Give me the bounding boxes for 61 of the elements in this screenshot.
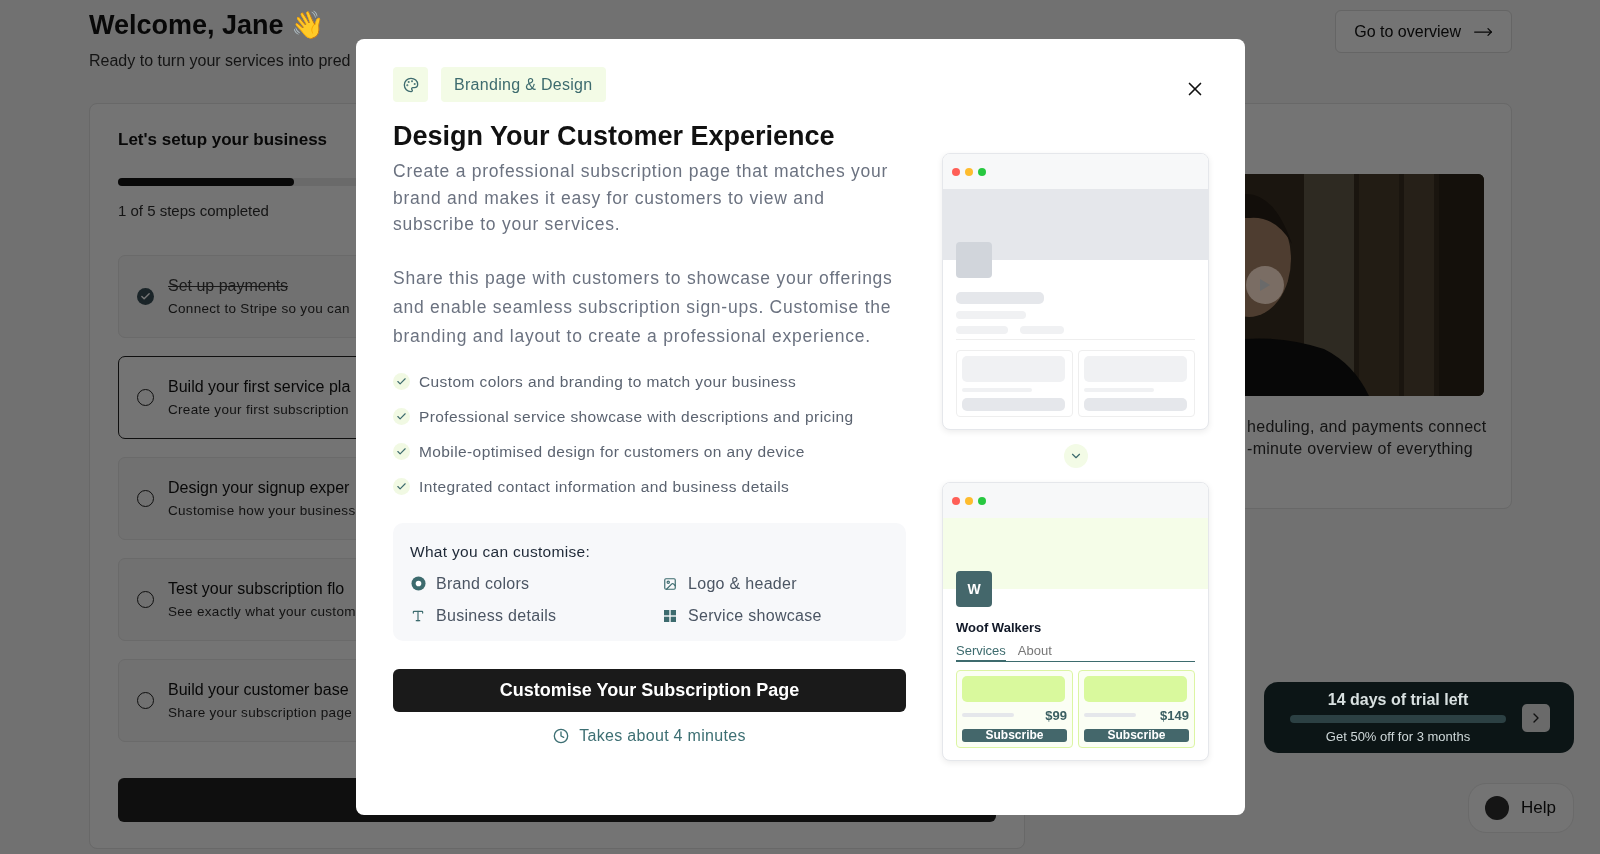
description-paragraph: Create a professional subscription page that matches your brand and makes it easy for customers to view and subscribe to your services. [393, 160, 890, 236]
description-paragraph: Share this page with customers to showcase your offerings and enable seamless subscription sign-ups. Customise the branding and layout to create a professional experience. [393, 266, 894, 348]
grid-icon [664, 609, 676, 622]
logo-square: W [956, 571, 992, 607]
step-title: Build your first service pla [168, 378, 351, 396]
palette-dot-icon [410, 576, 426, 591]
check-icon [393, 442, 410, 460]
check-icon [393, 477, 410, 495]
step-description: Create your first subscription [168, 402, 349, 417]
customise-option: Logo & header [688, 574, 797, 593]
play-button[interactable] [1246, 266, 1284, 304]
customise-option: Brand colors [436, 574, 530, 593]
category-badge: Branding & Design [441, 67, 606, 102]
video-description: -minute overview of everything [1247, 440, 1474, 458]
step-description: Customise how your business [168, 503, 356, 518]
step-description: Share your subscription page [168, 705, 352, 720]
trial-offer: Get 50% off for 3 months [1325, 729, 1471, 744]
window-dots-icon [952, 496, 986, 505]
preview-tab[interactable]: Services [956, 643, 1006, 662]
customise-title: What you can customise: [410, 542, 592, 561]
setup-title: Let's setup your business [118, 130, 328, 150]
modal-title: Design Your Customer Experience [393, 120, 836, 152]
plan-price: $99 [1045, 707, 1067, 723]
next-button[interactable] [1522, 703, 1550, 732]
palette-icon [393, 67, 428, 102]
subscribe-button[interactable]: Subscribe [962, 728, 1067, 742]
step-description: See exactly what your custom [168, 604, 356, 619]
avatar [1485, 796, 1509, 820]
business-name: Woof Walkers [956, 620, 1043, 635]
progress-text: 1 of 5 steps completed [118, 202, 269, 219]
video-description: heduling, and payments connect [1247, 418, 1487, 436]
check-icon [393, 372, 410, 390]
customise-button[interactable]: Customise Your Subscription Page [393, 668, 906, 712]
window-dots-icon [952, 167, 986, 176]
trial-banner[interactable]: 14 days of trial left Get 50% off for 3 months [1264, 682, 1574, 753]
step-title: Build your customer base [168, 681, 349, 699]
welcome-subtitle: Ready to turn your services into pred [89, 52, 351, 70]
help-button[interactable]: Help [1468, 783, 1574, 833]
feature-text: Mobile-optimised design for customers on any device [419, 441, 805, 462]
chevron-down-icon [1063, 444, 1088, 468]
text-icon [411, 608, 425, 623]
step-description: Connect to Stripe so you can [168, 301, 350, 316]
step-title: Set up payments [168, 277, 289, 295]
trial-title: 14 days of trial left [1327, 691, 1469, 709]
logo-placeholder [956, 242, 992, 278]
feature-text: Integrated contact information and business details [419, 476, 790, 497]
check-icon [393, 407, 410, 425]
feature-text: Custom colors and branding to match your business [419, 371, 797, 392]
clock-icon [553, 727, 570, 744]
customise-option: Service showcase [688, 606, 822, 625]
customise-option: Business details [436, 606, 557, 625]
subscribe-button[interactable]: Subscribe [1084, 728, 1189, 742]
feature-text: Professional service showcase with descriptions and pricing [419, 406, 854, 427]
welcome-title: Welcome, Jane 👋 [89, 10, 326, 40]
step-title: Test your subscription flo [168, 580, 345, 598]
plan-price: $149 [1160, 707, 1189, 723]
image-icon [663, 576, 677, 591]
duration-text: Takes about 4 minutes [579, 726, 746, 745]
step-title: Design your signup exper [168, 479, 350, 497]
overview-button[interactable]: Go to overview [1335, 10, 1512, 53]
preview-tab[interactable]: About [1017, 643, 1052, 662]
